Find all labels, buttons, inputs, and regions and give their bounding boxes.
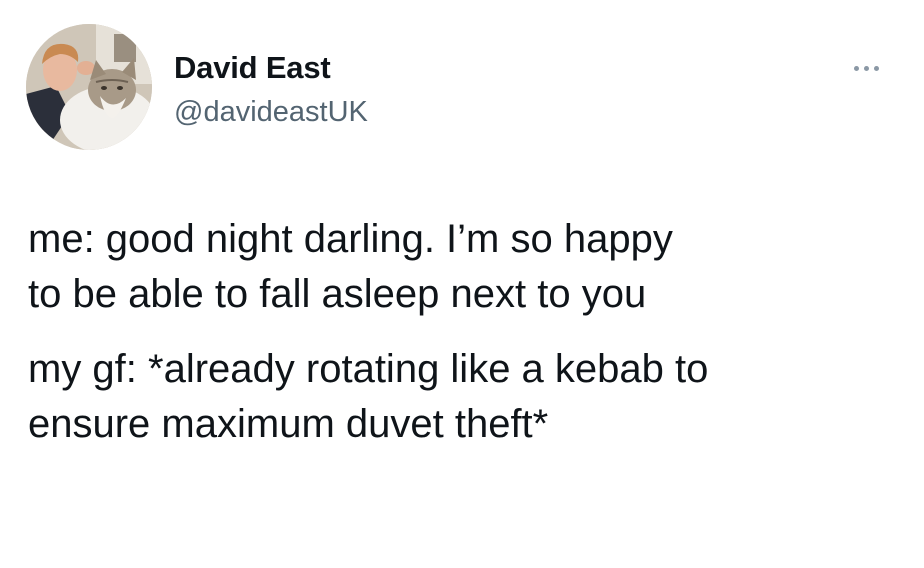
author-handle[interactable]: @davideastUK — [174, 94, 368, 130]
tweet-paragraph: my gf: *already rotating like a kebab to… — [28, 347, 709, 446]
author-display-name[interactable]: David East — [174, 49, 331, 87]
avatar[interactable] — [26, 24, 152, 150]
more-dot — [873, 65, 879, 71]
tweet-paragraph: me: good night darling. I’m so happy to … — [28, 217, 673, 316]
tweet-card: David East @davideastUK me: good night d… — [0, 0, 924, 568]
more-icon[interactable] — [846, 58, 886, 78]
more-dot — [863, 65, 869, 71]
more-dot — [853, 65, 859, 71]
tweet-text: me: good night darling. I’m so happy to … — [28, 212, 908, 452]
profile-photo — [26, 24, 152, 150]
